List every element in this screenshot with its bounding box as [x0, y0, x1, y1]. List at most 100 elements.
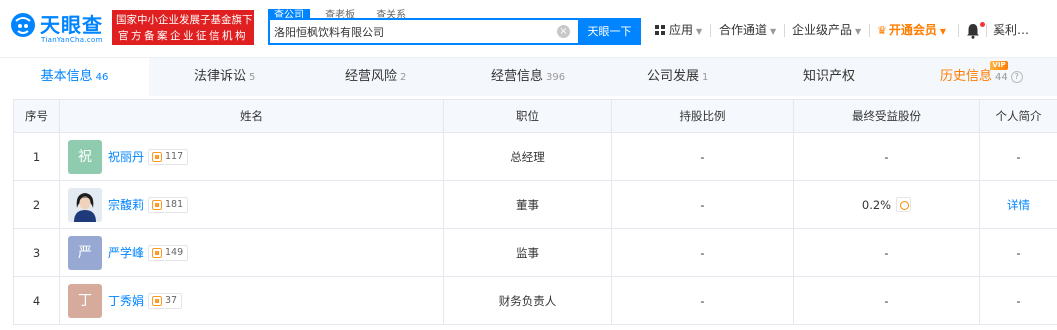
apps-grid-icon [655, 25, 665, 35]
benefit-value: 0.2% [861, 197, 892, 212]
related-companies-tag[interactable]: 149 [148, 244, 189, 261]
tab-history-info[interactable]: 历史信息 44? [940, 58, 1023, 96]
share-cell: - [611, 180, 794, 229]
divider [710, 24, 711, 37]
position-cell: 董事 [443, 180, 612, 229]
tab-basic-info[interactable]: 基本信息 46 [0, 58, 149, 96]
key-personnel-table: 序号 姓名 职位 持股比例 最终受益股份 个人简介 1 祝 祝丽丹 117 总经… [13, 99, 1057, 325]
chevron-down-icon: ▼ [770, 27, 777, 36]
tab-count: 5 [249, 72, 256, 83]
related-companies-count: 149 [165, 247, 184, 258]
tab-count: 2 [400, 72, 407, 83]
tab-label: 知识产权 [803, 69, 856, 84]
chevron-down-icon: ▼ [939, 27, 947, 36]
company-network-icon [152, 247, 163, 258]
tab-count: 1 [702, 72, 709, 83]
tab-intellectual-property[interactable]: 知识产权 [803, 58, 858, 96]
tab-legal[interactable]: 法律诉讼 5 [194, 58, 255, 96]
search-button[interactable]: 天眼一下 [578, 18, 641, 45]
profile-cell: 详情 [979, 180, 1057, 229]
profile-cell: - [979, 276, 1057, 325]
tab-count: 44 [995, 72, 1008, 83]
row-number: 1 [13, 132, 60, 181]
search-box: × [268, 18, 578, 45]
tab-company-development[interactable]: 公司发展 1 [647, 58, 708, 96]
nav-apps-label: 应用 [669, 23, 694, 37]
section-tabs: 基本信息 46 法律诉讼 5 经营风险 2 经营信息 396 公司发展 1 知识产权 历史… [0, 58, 1057, 96]
col-header-benefit: 最终受益股份 [793, 99, 980, 133]
nav-vip-label: 开通会员 [888, 23, 937, 37]
tab-label: 经营风险 [345, 69, 398, 84]
name-cell: 宗馥莉 181 [59, 180, 444, 229]
tab-count: 396 [546, 72, 566, 83]
avatar-photo[interactable] [68, 187, 102, 222]
banner-line-2: 官方备案企业征信机构 [118, 30, 248, 42]
table-row: 3 严 严学峰 149 监事 - - - [13, 228, 1057, 277]
share-cell: - [611, 276, 794, 325]
benefit-cell: - [793, 132, 980, 181]
tab-label: 历史信息 [940, 69, 993, 84]
search-input[interactable] [274, 24, 544, 40]
profile-cell: - [979, 228, 1057, 277]
share-cell: - [611, 132, 794, 181]
nav-enterprise-products[interactable]: 企业级产品 ▼ [792, 19, 861, 41]
user-menu[interactable]: 奚利… [993, 19, 1029, 41]
tab-count: 46 [95, 72, 109, 83]
divider [869, 24, 870, 37]
profile-cell: - [979, 132, 1057, 181]
nav-cooperation[interactable]: 合作通道 ▼ [719, 19, 776, 41]
table-header-row: 序号 姓名 职位 持股比例 最终受益股份 个人简介 [13, 99, 1057, 133]
avatar[interactable]: 丁 [68, 283, 102, 318]
related-companies-count: 37 [165, 295, 178, 306]
person-name-link[interactable]: 丁秀娟 [108, 292, 144, 309]
tianyancha-logo[interactable]: 天眼查 TianYanCha.com [10, 8, 102, 48]
notification-dot [980, 22, 985, 27]
tab-label: 法律诉讼 [194, 69, 247, 84]
logo-text: 天眼查 [40, 13, 103, 37]
divider [986, 24, 987, 37]
col-header-profile: 个人简介 [979, 99, 1057, 133]
related-companies-count: 181 [165, 199, 184, 210]
tab-operating-risk[interactable]: 经营风险 2 [345, 58, 406, 96]
nav-coop-label: 合作通道 [719, 23, 768, 37]
share-cell: - [611, 228, 794, 277]
person-name-link[interactable]: 祝丽丹 [108, 148, 144, 165]
nav-enterprise-label: 企业级产品 [792, 23, 853, 37]
benefit-cell: - [793, 228, 980, 277]
related-companies-tag[interactable]: 181 [148, 196, 189, 213]
name-cell: 严 严学峰 149 [59, 228, 444, 277]
position-cell: 财务负责人 [443, 276, 612, 325]
person-name-link[interactable]: 严学峰 [108, 244, 144, 261]
tab-business-info[interactable]: 经营信息 396 [491, 58, 565, 96]
nav-open-vip[interactable]: ♛ 开通会员 ▼ [877, 19, 946, 41]
related-companies-tag[interactable]: 37 [148, 292, 183, 309]
benefit-cell: - [793, 276, 980, 325]
avatar[interactable]: 严 [68, 235, 102, 270]
table-row: 4 丁 丁秀娟 37 财务负责人 - - - [13, 276, 1057, 325]
bell-icon[interactable] [966, 23, 980, 39]
top-bar: 天眼查 TianYanCha.com 国家中小企业发展子基金旗下 官方备案企业征… [0, 0, 1057, 58]
position-cell: 监事 [443, 228, 612, 277]
search-type-tabs: 查公司 查老板 查关系 [268, 3, 416, 22]
tab-label: 经营信息 [491, 69, 544, 84]
divider [958, 24, 959, 37]
profile-detail-link[interactable]: 详情 [1007, 198, 1030, 212]
logo-mark-icon [11, 13, 35, 37]
col-header-share: 持股比例 [611, 99, 794, 133]
clear-icon[interactable]: × [557, 25, 570, 38]
name-cell: 丁 丁秀娟 37 [59, 276, 444, 325]
equity-penetration-icon[interactable] [896, 197, 912, 212]
col-header-position: 职位 [443, 99, 612, 133]
row-number: 2 [13, 180, 60, 229]
avatar[interactable]: 祝 [68, 139, 102, 174]
help-icon[interactable]: ? [1010, 71, 1023, 83]
name-cell: 祝 祝丽丹 117 [59, 132, 444, 181]
person-photo-icon [68, 187, 102, 222]
tab-label: 公司发展 [647, 69, 700, 84]
person-name-link[interactable]: 宗馥莉 [108, 196, 144, 213]
tab-label: 基本信息 [40, 69, 93, 84]
nav-apps[interactable]: 应用 ▼ [655, 19, 702, 41]
row-number: 4 [13, 276, 60, 325]
related-companies-tag[interactable]: 117 [148, 148, 189, 165]
company-network-icon [152, 151, 163, 162]
